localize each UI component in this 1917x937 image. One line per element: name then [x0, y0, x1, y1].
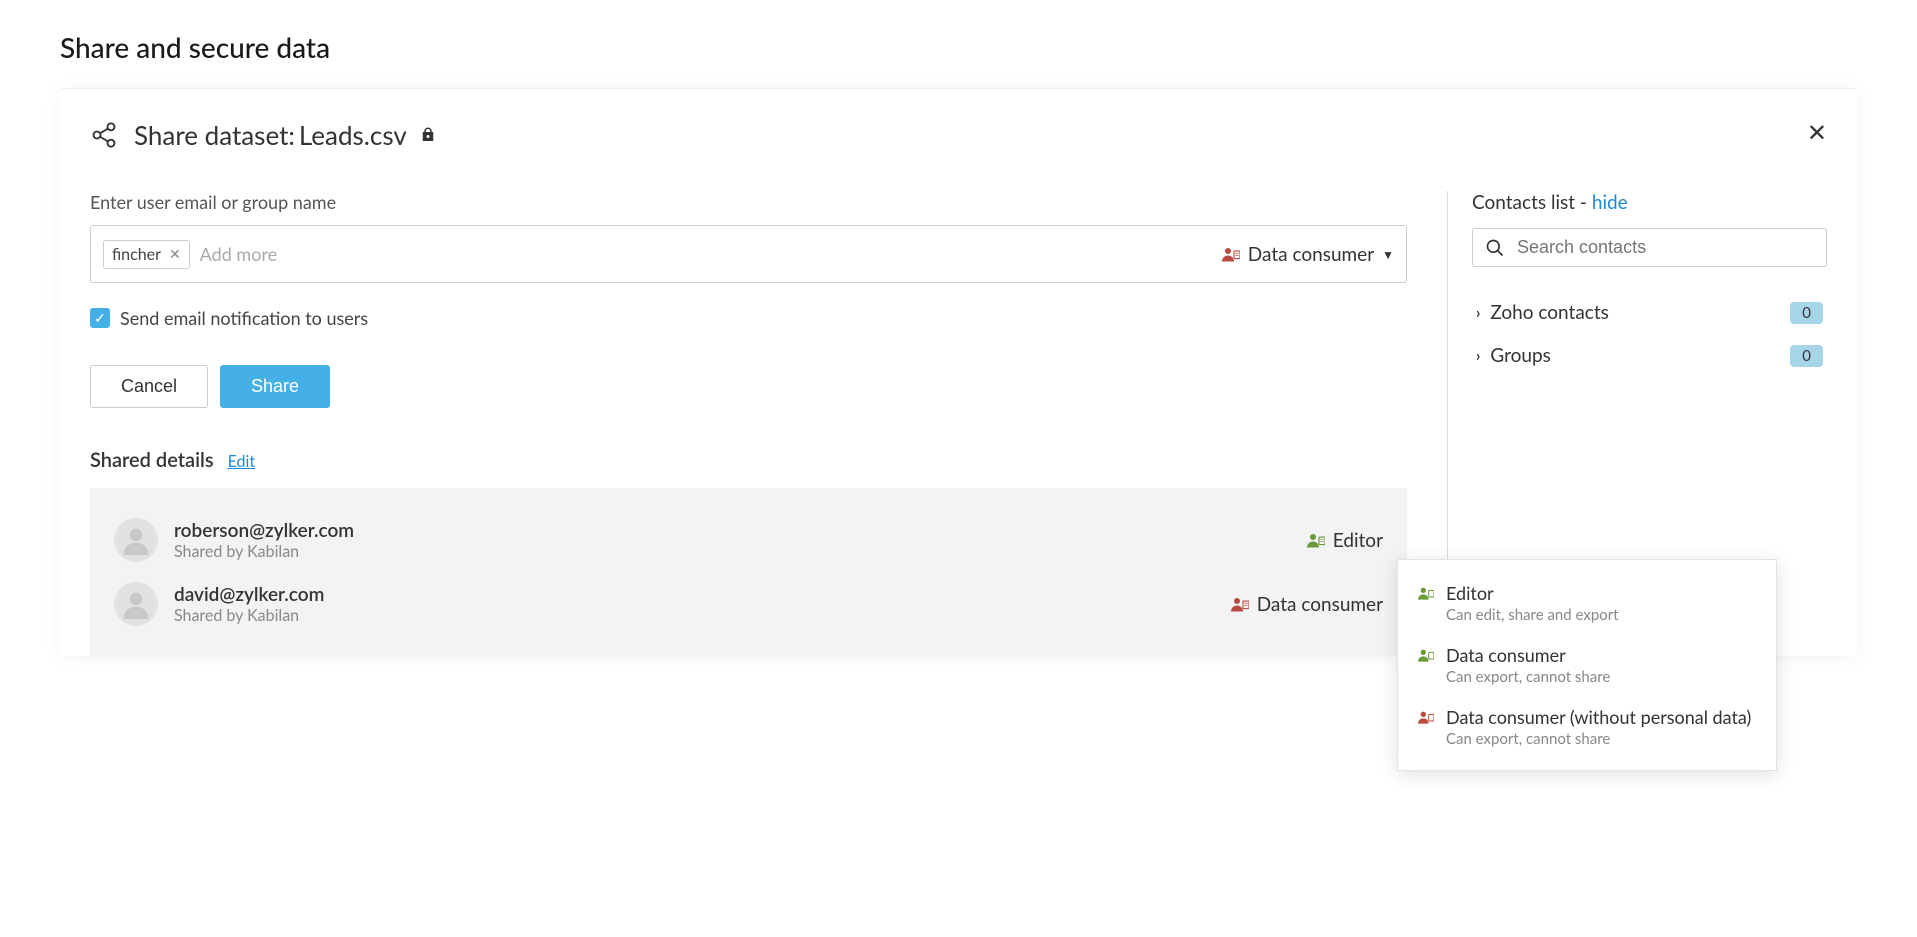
role-option-title: Data consumer [1446, 644, 1610, 666]
chevron-right-icon: › [1476, 304, 1480, 322]
contact-group-zoho[interactable]: › Zoho contacts 0 [1472, 291, 1827, 334]
add-more-placeholder: Add more [200, 243, 277, 265]
role-icon [1307, 532, 1325, 548]
notify-checkbox-row[interactable]: ✓ Send email notification to users [90, 307, 1407, 329]
shared-role-label: Editor [1333, 529, 1383, 552]
email-input-box[interactable]: fincher ✕ Add more Data consumer ▼ [90, 225, 1407, 283]
shared-list: roberson@zylker.com Shared by Kabilan Ed… [90, 488, 1407, 656]
shared-email: david@zylker.com [174, 583, 324, 606]
hide-link[interactable]: hide [1592, 191, 1628, 214]
shared-details-title: Shared details [90, 448, 214, 472]
contact-group-label: Zoho contacts [1490, 301, 1609, 324]
role-select[interactable]: Data consumer ▼ [1222, 243, 1394, 266]
modal-dataset-name: Leads.csv [299, 119, 407, 151]
shared-role: Editor [1307, 529, 1383, 552]
role-option-title: Data consumer (without personal data) [1446, 706, 1751, 728]
shared-role-label: Data consumer [1257, 593, 1383, 616]
email-field-label: Enter user email or group name [90, 191, 1407, 213]
role-icon [1231, 596, 1249, 612]
contact-group-groups[interactable]: › Groups 0 [1472, 334, 1827, 377]
shared-row: roberson@zylker.com Shared by Kabilan Ed… [114, 508, 1383, 572]
contact-group-label: Groups [1490, 344, 1551, 367]
shared-row: david@zylker.com Shared by Kabilan Data … [114, 572, 1383, 636]
close-button[interactable]: ✕ [1807, 119, 1827, 148]
search-contacts-box[interactable] [1472, 228, 1827, 267]
shared-role: Data consumer [1231, 593, 1383, 616]
avatar [114, 582, 158, 626]
chevron-right-icon: › [1476, 347, 1480, 365]
search-contacts-input[interactable] [1517, 237, 1814, 258]
role-option-desc: Can export, cannot share [1446, 668, 1610, 686]
share-icon [90, 121, 118, 149]
chip-label: fincher [112, 245, 161, 264]
notify-label: Send email notification to users [120, 307, 368, 329]
role-option-desc: Can export, cannot share [1446, 730, 1751, 748]
caret-down-icon: ▼ [1382, 247, 1394, 262]
role-selected-label: Data consumer [1248, 243, 1374, 266]
role-icon [1222, 246, 1240, 262]
role-option-title: Editor [1446, 582, 1619, 604]
contacts-title: Contacts list - hide [1472, 191, 1827, 214]
edit-link[interactable]: Edit [228, 452, 255, 471]
lock-icon [419, 126, 437, 144]
modal-title-prefix: Share dataset: [134, 119, 295, 151]
role-dropdown: Editor Can edit, share and export Data c… [1397, 559, 1777, 771]
search-icon [1485, 238, 1505, 258]
role-option-editor[interactable]: Editor Can edit, share and export [1398, 572, 1776, 634]
chip-remove-icon[interactable]: ✕ [169, 245, 181, 263]
shared-email: roberson@zylker.com [174, 519, 354, 542]
role-option-data-consumer-nopii[interactable]: Data consumer (without personal data) Ca… [1398, 696, 1776, 758]
role-icon [1418, 710, 1434, 724]
user-chip[interactable]: fincher ✕ [103, 240, 190, 269]
role-icon [1418, 648, 1434, 662]
modal-header: Share dataset: Leads.csv ✕ [90, 119, 1827, 151]
share-button[interactable]: Share [220, 365, 330, 408]
modal-title: Share dataset: Leads.csv [134, 119, 437, 151]
role-option-desc: Can edit, share and export [1446, 606, 1619, 624]
contacts-title-prefix: Contacts list - [1472, 191, 1592, 214]
shared-by: Shared by Kabilan [174, 606, 324, 625]
count-badge: 0 [1790, 345, 1823, 367]
shared-details-heading: Shared details Edit [90, 448, 1407, 472]
share-modal: Share dataset: Leads.csv ✕ Enter user em… [60, 88, 1857, 656]
role-option-data-consumer[interactable]: Data consumer Can export, cannot share [1398, 634, 1776, 696]
avatar [114, 518, 158, 562]
notify-checkbox[interactable]: ✓ [90, 308, 110, 328]
cancel-button[interactable]: Cancel [90, 365, 208, 408]
count-badge: 0 [1790, 302, 1823, 324]
shared-by: Shared by Kabilan [174, 542, 354, 561]
role-icon [1418, 586, 1434, 600]
page-title: Share and secure data [60, 30, 1857, 64]
